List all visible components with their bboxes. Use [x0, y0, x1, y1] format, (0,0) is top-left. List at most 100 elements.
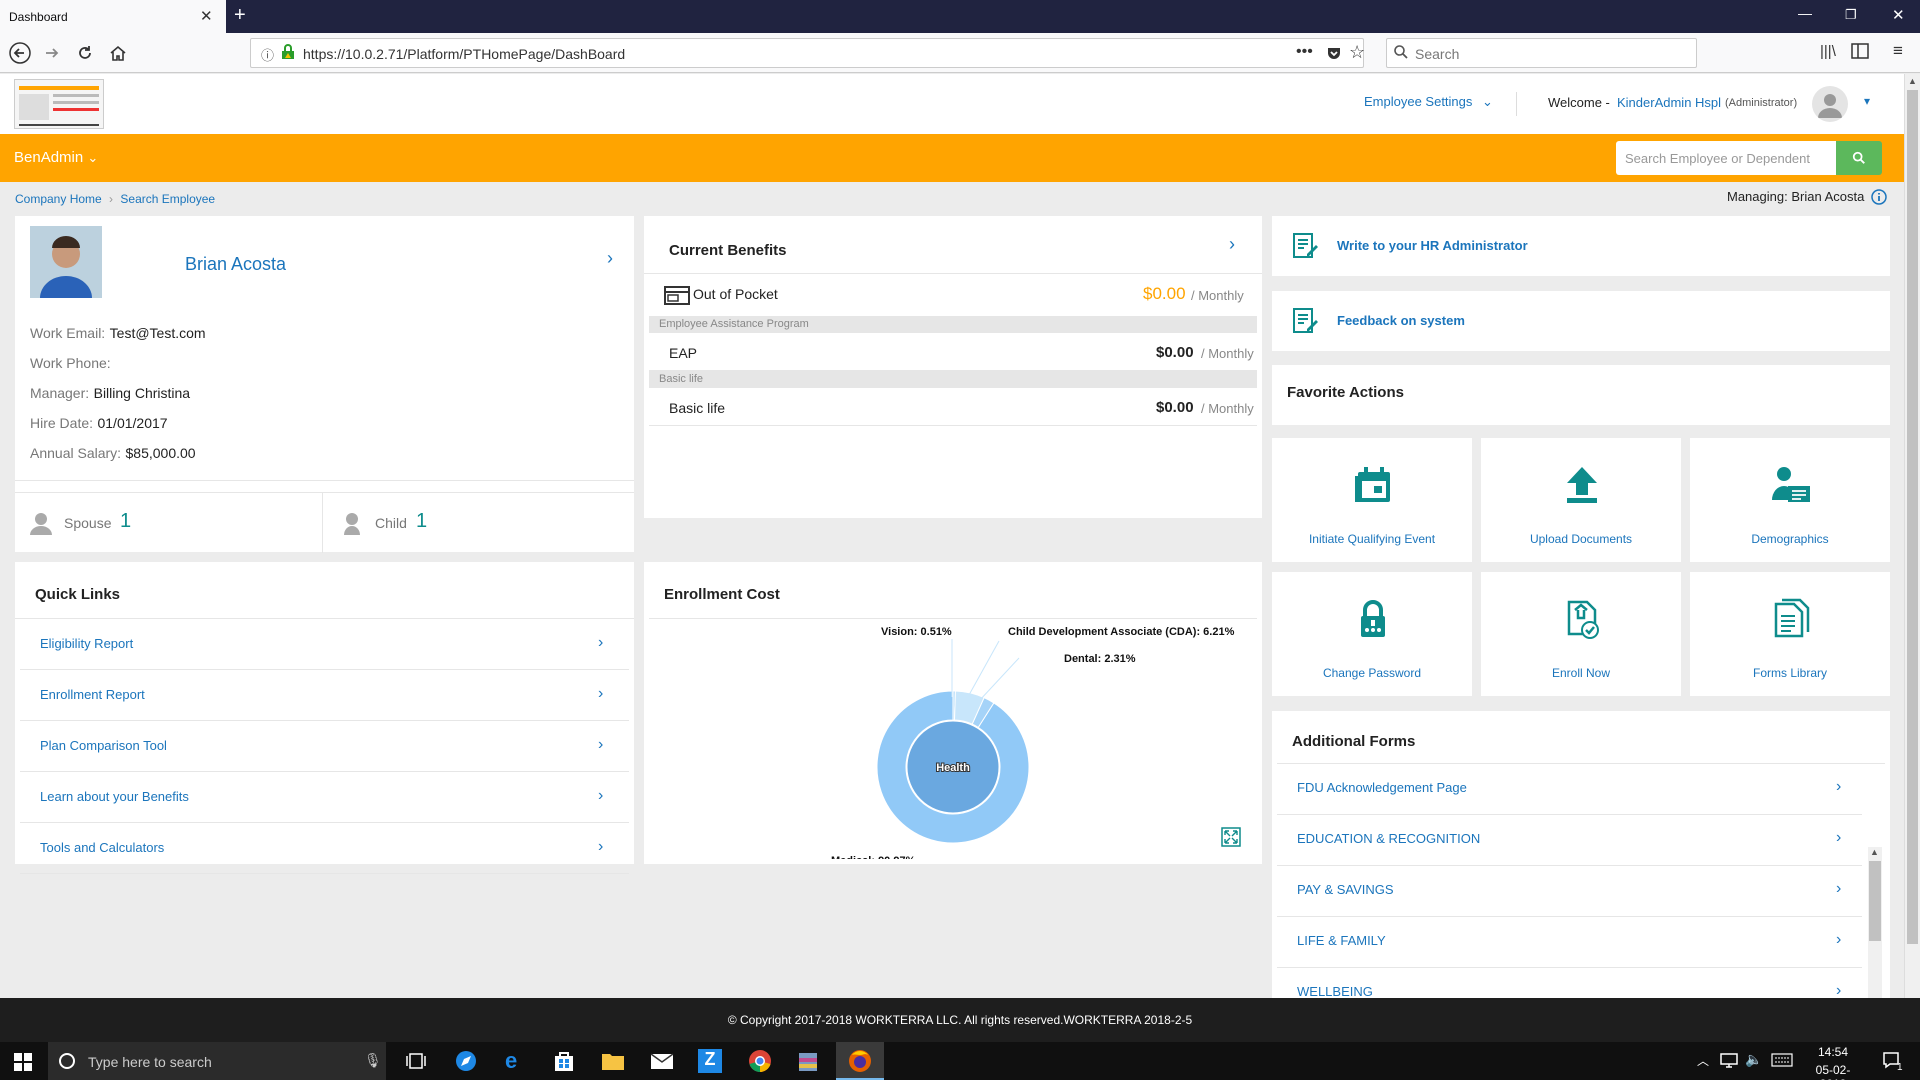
- fav-initiate-qualifying-event[interactable]: Initiate Qualifying Event: [1272, 438, 1472, 562]
- form-item[interactable]: PAY & SAVINGS ›: [1277, 866, 1862, 917]
- edge-browser-icon[interactable]: e: [505, 1048, 517, 1074]
- forms-scrollbar-thumb[interactable]: [1869, 861, 1881, 941]
- url-text[interactable]: https://10.0.2.71/Platform/PTHomePage/Da…: [303, 46, 625, 62]
- chrome-icon[interactable]: [748, 1049, 772, 1073]
- forward-icon[interactable]: [38, 39, 66, 67]
- company-logo[interactable]: [14, 79, 104, 129]
- minimize-icon[interactable]: —: [1798, 5, 1812, 21]
- pocket-icon[interactable]: [1326, 45, 1342, 61]
- employee-search-input[interactable]: Search Employee or Dependent: [1616, 141, 1836, 175]
- mail-icon[interactable]: [650, 1051, 674, 1071]
- url-bar[interactable]: ⓘ https://10.0.2.71/Platform/PTHomePage/…: [250, 38, 1365, 68]
- sidebar-icon[interactable]: [1851, 43, 1869, 59]
- volume-icon[interactable]: 🔈: [1745, 1051, 1762, 1068]
- copyright-text: © Copyright 2017-2018 WORKTERRA LLC. All…: [727, 1013, 1193, 1027]
- form-item[interactable]: WELLBEING ›: [1277, 968, 1862, 998]
- chevron-right-icon: ›: [598, 787, 604, 804]
- menu-icon[interactable]: ≡: [1893, 41, 1903, 61]
- breadcrumb-company-home[interactable]: Company Home: [15, 192, 102, 206]
- store-icon[interactable]: [553, 1050, 575, 1072]
- browser-search-box[interactable]: Search: [1386, 38, 1697, 68]
- clock-time[interactable]: 14:54: [1808, 1045, 1858, 1059]
- favorite-actions-header: Favorite Actions: [1272, 365, 1890, 425]
- current-benefits-card: Current Benefits › Out of Pocket $0.00 /…: [644, 216, 1262, 518]
- fav-change-password[interactable]: Change Password: [1272, 572, 1472, 696]
- benefits-chevron-right-icon[interactable]: ›: [1229, 234, 1235, 255]
- reload-icon[interactable]: [71, 39, 99, 67]
- winrar-icon[interactable]: [796, 1049, 820, 1073]
- edit-document-icon: [1291, 232, 1319, 260]
- field-value: Billing Christina: [93, 385, 191, 401]
- search-icon: [1852, 151, 1866, 165]
- fav-enroll-now[interactable]: Enroll Now: [1481, 572, 1681, 696]
- benefit-row-eap[interactable]: EAP $0.00 / Monthly: [649, 333, 1257, 371]
- clock-date[interactable]: 05-02-2018: [1804, 1063, 1862, 1080]
- info-icon[interactable]: [1871, 189, 1887, 205]
- quick-link-item[interactable]: Enrollment Report ›: [20, 670, 629, 721]
- new-tab-icon[interactable]: +: [234, 4, 246, 27]
- avatar[interactable]: [1812, 86, 1848, 122]
- employee-search-button[interactable]: [1836, 141, 1882, 175]
- back-icon[interactable]: [6, 39, 34, 67]
- page-scrollbar-thumb[interactable]: [1907, 90, 1918, 944]
- network-icon[interactable]: [1720, 1052, 1738, 1068]
- upload-icon: [1561, 464, 1603, 506]
- managing-info: Managing: Brian Acosta: [1727, 189, 1864, 204]
- show-hidden-icons-icon[interactable]: ︿: [1697, 1052, 1709, 1069]
- quick-link-item[interactable]: Plan Comparison Tool ›: [20, 721, 629, 772]
- restore-icon[interactable]: ❐: [1845, 7, 1857, 23]
- close-tab-icon[interactable]: ✕: [200, 7, 213, 25]
- info-icon[interactable]: ⓘ: [261, 45, 274, 64]
- benefit-row-basic-life[interactable]: Basic life $0.00 / Monthly: [649, 388, 1257, 426]
- employee-name[interactable]: Brian Acosta: [185, 254, 286, 275]
- profile-chevron-right-icon[interactable]: ›: [607, 248, 613, 269]
- file-explorer-icon[interactable]: [601, 1051, 625, 1071]
- app-header: Employee Settings ⌄ Welcome - KinderAdmi…: [0, 74, 1904, 134]
- spouse-count[interactable]: Spouse 1: [15, 493, 323, 553]
- breadcrumb-search-employee[interactable]: Search Employee: [120, 192, 215, 206]
- home-icon[interactable]: [104, 39, 132, 67]
- user-name[interactable]: KinderAdmin Hspl: [1617, 95, 1721, 110]
- fav-demographics[interactable]: Demographics: [1690, 438, 1890, 562]
- hr-link-feedback[interactable]: Feedback on system: [1272, 291, 1890, 351]
- page-scrollbar[interactable]: ▲ ▼: [1904, 74, 1920, 1042]
- spouse-count-value: 1: [120, 510, 132, 532]
- benadmin-menu[interactable]: BenAdmin ⌄: [14, 149, 98, 166]
- field-manager: Manager: Billing Christina: [30, 385, 206, 415]
- quick-link-label: Tools and Calculators: [40, 840, 165, 855]
- hr-link-write[interactable]: Write to your HR Administrator: [1272, 216, 1890, 276]
- fav-upload-documents[interactable]: Upload Documents: [1481, 438, 1681, 562]
- windows-start-icon[interactable]: [14, 1053, 32, 1071]
- form-item[interactable]: LIFE & FAMILY ›: [1277, 917, 1862, 968]
- expand-chart-icon[interactable]: [1221, 827, 1241, 847]
- form-item[interactable]: EDUCATION & RECOGNITION ›: [1277, 815, 1862, 866]
- chevron-right-icon: ›: [1836, 880, 1842, 897]
- page-actions-icon[interactable]: •••: [1296, 43, 1313, 61]
- browser-tab[interactable]: Dashboard ✕: [0, 0, 226, 33]
- keyboard-icon[interactable]: [1771, 1053, 1793, 1067]
- microphone-icon[interactable]: 🎙: [364, 1052, 382, 1069]
- close-window-icon[interactable]: ✕: [1892, 6, 1905, 24]
- quick-link-item[interactable]: Learn about your Benefits ›: [20, 772, 629, 823]
- quick-link-item[interactable]: Eligibility Report ›: [20, 619, 629, 670]
- benefit-group-header: Basic life: [649, 371, 1257, 388]
- lock-icon: [1352, 598, 1394, 640]
- task-view-icon[interactable]: [406, 1052, 426, 1070]
- child-count[interactable]: Child 1: [324, 493, 634, 553]
- zoom-app-icon[interactable]: Z: [698, 1049, 722, 1073]
- managing-name: Brian Acosta: [1791, 189, 1865, 204]
- taskbar-search-box[interactable]: Type here to search 🎙: [48, 1042, 386, 1080]
- user-menu-caret-icon[interactable]: ▾: [1864, 94, 1870, 108]
- scroll-up-icon[interactable]: ▲: [1870, 847, 1879, 857]
- quick-link-item[interactable]: Tools and Calculators ›: [20, 823, 629, 874]
- firefox-taskbar-button[interactable]: [836, 1042, 884, 1080]
- forms-scrollbar[interactable]: ▲: [1868, 847, 1882, 998]
- form-item[interactable]: FDU Acknowledgement Page ›: [1277, 764, 1862, 815]
- library-icon[interactable]: |||\: [1820, 43, 1836, 60]
- bookmark-star-icon[interactable]: ☆: [1349, 42, 1365, 63]
- fav-forms-library[interactable]: Forms Library: [1690, 572, 1890, 696]
- scroll-up-icon[interactable]: ▲: [1908, 76, 1917, 86]
- safari-compass-icon[interactable]: [455, 1050, 477, 1072]
- employee-settings-menu[interactable]: Employee Settings ⌄: [1364, 94, 1493, 110]
- enrollment-pie-chart: Medical: 90.97% Vision: 0.51% Child Develo…: [831, 626, 1235, 859]
